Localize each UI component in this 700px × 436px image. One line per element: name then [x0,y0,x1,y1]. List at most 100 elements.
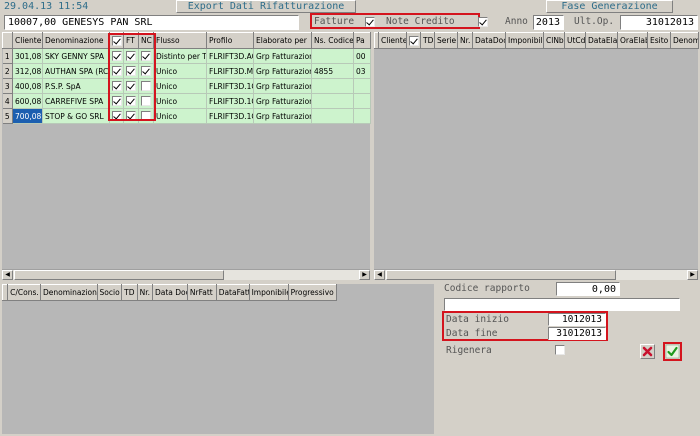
scroll-right-icon[interactable]: ▶ [359,270,370,280]
column-header-td[interactable]: TD [121,284,138,301]
column-header-oraelab[interactable]: OraElab [617,32,648,49]
scroll-thumb[interactable] [386,270,616,280]
flusso-cell[interactable]: Unico [153,108,207,124]
column-header-ns-codice[interactable]: Ns. Codice [311,32,354,49]
confirm-button[interactable] [663,342,682,361]
profilo-cell[interactable]: FLRIFT3D.1G [206,78,254,94]
rigenera-checkbox[interactable] [555,345,565,355]
profilo-cell[interactable]: FLRIFT3D.1G [206,108,254,124]
column-header-nr[interactable]: Nr. [457,32,473,49]
flusso-cell[interactable]: Unico [153,93,207,109]
column-header-c-cons[interactable]: C/Cons. [7,284,41,301]
table-row[interactable]: 2312,08AUTHAN SPA (RC) UnicoFLRIFT3D.MGGr… [2,63,371,79]
cliente-cell[interactable]: 400,08 [12,78,43,94]
descrizione-rapporto-field[interactable] [444,298,680,311]
scroll-left-icon[interactable]: ◀ [374,270,385,280]
pa-cell[interactable] [353,108,371,124]
docs-hscrollbar[interactable]: ◀ ▶ [374,269,698,280]
column-header-elaborato-per[interactable]: Elaborato per [253,32,312,49]
column-header-imponibile[interactable]: Imponibile [248,284,289,301]
ult-op-field[interactable]: 31012013 [620,15,698,30]
column-header-denomi[interactable]: Denomi [670,32,699,49]
elaborato-cell[interactable]: Grp Fatturazione [253,78,312,94]
row-number[interactable]: 3 [2,78,13,94]
column-header-td[interactable]: TD [420,32,435,49]
docs-grid-panel: Cliente✔TDSerieNr.DataDocImponibileClNbU… [374,32,699,280]
anno-field[interactable]: 2013 [533,15,564,30]
column-header-check[interactable]: ✔ [406,32,421,49]
column-header-data-doc[interactable]: Data Doc. [151,284,188,301]
column-header-datadoc[interactable]: DataDoc [472,32,506,49]
select-all-checkbox[interactable] [409,35,419,46]
column-header-pa[interactable]: Pa [353,32,371,49]
clients-hscrollbar[interactable]: ◀ ▶ [2,269,370,280]
row-number[interactable]: 5 [2,108,13,124]
column-header-esito[interactable]: Esito [647,32,671,49]
denominazione-cell[interactable]: P.S.P. SpA [42,78,110,94]
codice-cell[interactable] [311,108,354,124]
flusso-cell[interactable]: Distinto per TD [153,48,207,64]
data-inizio-field[interactable]: 1012013 [548,313,606,326]
cancel-button[interactable] [640,344,655,359]
row-number[interactable]: 2 [2,63,13,79]
note-credito-checkbox[interactable] [477,17,488,27]
pa-cell[interactable]: 00 [353,48,371,64]
cliente-cell[interactable]: 700,08 [12,108,43,124]
profilo-cell[interactable]: FLRIFT3D.AG [206,48,254,64]
scroll-left-icon[interactable]: ◀ [2,270,13,280]
denominazione-cell[interactable]: AUTHAN SPA (RC) [42,63,110,79]
column-header-nr[interactable]: Nr. [136,284,153,301]
elaborato-cell[interactable]: Grp Fatturazione [253,63,312,79]
fatture-checkbox[interactable] [365,17,375,27]
column-header-datafatt[interactable]: DataFatt [215,284,250,301]
column-header-clnb[interactable]: ClNb [543,32,565,49]
denominazione-cell[interactable]: CARREFIVE SPA [42,93,110,109]
codice-rapporto-field[interactable]: 0,00 [556,282,620,296]
column-header-socio[interactable]: Socio [96,284,123,301]
flusso-cell[interactable]: Unico [153,63,207,79]
column-header-flusso[interactable]: Flusso [153,32,207,49]
row-number[interactable]: 1 [2,48,13,64]
denominazione-cell[interactable]: STOP & GO SRL [42,108,110,124]
column-header-dataelab[interactable]: DataElab [585,32,618,49]
column-header-serie[interactable]: Serie [434,32,458,49]
pa-cell[interactable] [353,78,371,94]
codice-cell[interactable]: 4855 [311,63,354,79]
data-fine-field[interactable]: 31012013 [548,327,606,340]
elaborato-cell[interactable]: Grp Fatturazione [253,93,312,109]
pa-cell[interactable]: 03 [353,63,371,79]
flusso-cell[interactable]: Unico [153,78,207,94]
pa-cell[interactable] [353,93,371,109]
table-row[interactable]: 3 400,08 P.S.P. SpA Unico FLRIFT3D.1G Grp Fat… [2,78,371,94]
denominazione-cell[interactable]: SKY GENNY SPA [42,48,110,64]
column-header-cliente[interactable]: Cliente [378,32,407,49]
docs-grid: Cliente✔TDSerieNr.DataDocImponibileClNbU… [374,32,699,49]
scroll-right-icon[interactable]: ▶ [687,270,698,280]
column-header-imponibile[interactable]: Imponibile [505,32,544,49]
column-header-nrfatt[interactable]: NrFatt [186,284,217,301]
column-header-cliente[interactable]: Cliente [12,32,43,49]
column-header-progressivo[interactable]: Progressivo [287,284,338,301]
column-header-utcd[interactable]: UtCd [564,32,586,49]
table-row[interactable]: 5 700,08 STOP & GO SRL Unico FLRIFT3D.1G Grp … [2,108,371,124]
scroll-thumb[interactable] [14,270,224,280]
column-header-profilo[interactable]: Profilo [206,32,254,49]
elaborato-cell[interactable]: Grp Fatturazione [253,48,312,64]
cliente-cell[interactable]: 312,08 [12,63,43,79]
codice-cell[interactable] [311,48,354,64]
row-number-header [2,32,13,49]
table-row[interactable]: 1301,08SKY GENNY SPA Distinto per TDFLRIF… [2,48,371,64]
profilo-cell[interactable]: FLRIFT3D.MG [206,63,254,79]
elaborato-cell[interactable]: Grp Fatturazione [253,108,312,124]
table-row[interactable]: 4 600,08 CARREFIVE SPA Unico FLRIFT3D.1G Grp … [2,93,371,109]
row-number[interactable]: 4 [2,93,13,109]
profilo-cell[interactable]: FLRIFT3D.1G [206,93,254,109]
window-title: Export Dati Rifatturazione [176,0,356,13]
company-field[interactable]: 10007,00 GENESYS PAN SRL [4,15,299,30]
column-header-denominazione[interactable]: Denominazione [42,32,110,49]
cliente-cell[interactable]: 600,08 [12,93,43,109]
codice-cell[interactable] [311,78,354,94]
cliente-cell[interactable]: 301,08 [12,48,43,64]
codice-cell[interactable] [311,93,354,109]
column-header-denominazione[interactable]: Denominazione [40,284,98,301]
